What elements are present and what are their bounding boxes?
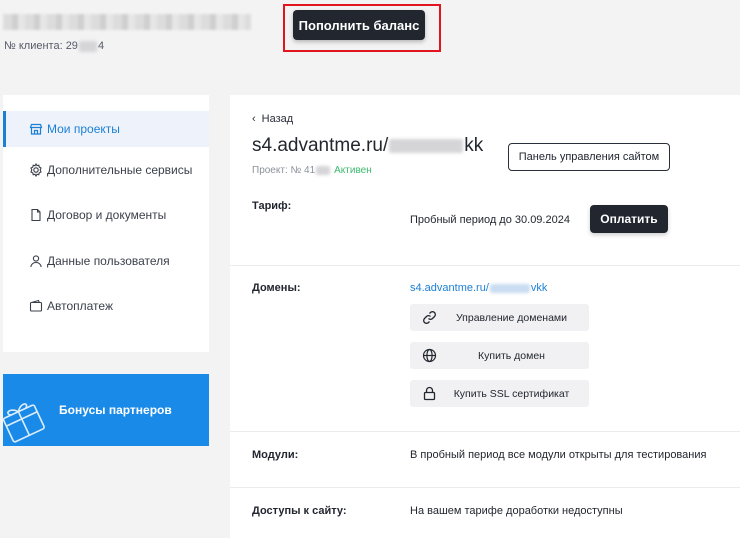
tariff-value: Пробный период до 30.09.2024 bbox=[410, 214, 570, 226]
sidebar: Мои проекты Дополнительные сервисы Догов… bbox=[3, 95, 209, 352]
site-access-value: На вашем тарифе доработки недоступны bbox=[410, 505, 623, 517]
divider bbox=[230, 487, 740, 488]
partner-bonus-label: Бонусы партнеров bbox=[59, 403, 172, 417]
account-name-redacted bbox=[3, 14, 251, 30]
wallet-icon bbox=[29, 299, 43, 313]
sidebar-item-user-data[interactable]: Данные пользователя bbox=[3, 238, 209, 284]
sidebar-item-autopay[interactable]: Автоплатеж bbox=[3, 284, 209, 330]
globe-icon bbox=[422, 348, 437, 363]
project-info: Проект: № 41 Активен bbox=[252, 165, 372, 176]
sidebar-item-services[interactable]: Дополнительные сервисы bbox=[3, 147, 209, 193]
sidebar-item-documents[interactable]: Договор и документы bbox=[3, 193, 209, 239]
sidebar-item-label: Мои проекты bbox=[47, 122, 120, 136]
client-number-label: № клиента: 29 bbox=[4, 40, 78, 52]
site-control-panel-button[interactable]: Панель управления сайтом bbox=[508, 143, 670, 171]
back-link[interactable]: ‹ Назад bbox=[252, 113, 293, 125]
domains-label: Домены: bbox=[252, 282, 301, 294]
divider bbox=[230, 265, 740, 266]
project-details-panel: ‹ Назад s4.advantme.ru/ kk Панель управле… bbox=[230, 95, 740, 538]
sidebar-item-label: Договор и документы bbox=[47, 208, 167, 223]
sidebar-item-label: Автоплатеж bbox=[47, 299, 113, 314]
gift-icon bbox=[3, 392, 51, 446]
user-icon bbox=[29, 254, 43, 268]
sidebar-item-label: Дополнительные сервисы bbox=[47, 162, 193, 177]
divider bbox=[230, 431, 740, 432]
sidebar-item-projects[interactable]: Мои проекты bbox=[3, 111, 209, 147]
modules-value: В пробный период все модули открыты для … bbox=[410, 449, 707, 461]
store-icon bbox=[29, 122, 43, 136]
domain-link-suffix: vkk bbox=[530, 282, 548, 294]
site-access-label: Доступы к сайту: bbox=[252, 505, 347, 517]
tariff-label: Тариф: bbox=[252, 200, 292, 212]
sidebar-item-label: Данные пользователя bbox=[47, 253, 170, 268]
domain-suffix: kk bbox=[464, 135, 484, 156]
client-number: № клиента: 29 4 bbox=[4, 40, 104, 52]
domain-prefix: s4.advantme.ru/ bbox=[252, 135, 389, 156]
chevron-left-icon: ‹ bbox=[252, 113, 256, 125]
link-icon bbox=[422, 310, 437, 325]
back-label: Назад bbox=[261, 113, 294, 125]
redacted-domain bbox=[389, 139, 464, 153]
buy-ssl-button[interactable]: Купить SSL сертификат bbox=[410, 380, 589, 407]
buy-domain-button[interactable]: Купить домен bbox=[410, 342, 589, 369]
redacted-digits bbox=[78, 40, 97, 52]
client-number-suffix: 4 bbox=[97, 40, 105, 52]
topup-balance-button[interactable]: Пополнить баланс bbox=[293, 10, 425, 40]
domain-link-prefix: s4.advantme.ru/ bbox=[410, 282, 489, 294]
lock-icon bbox=[422, 386, 437, 401]
pay-button[interactable]: Оплатить bbox=[590, 205, 668, 233]
domain-link[interactable]: s4.advantme.ru/ vkk bbox=[410, 282, 547, 294]
redacted-domain bbox=[489, 283, 530, 293]
page-title: s4.advantme.ru/ kk bbox=[252, 135, 483, 157]
partner-bonus-banner[interactable]: Бонусы партнеров bbox=[3, 374, 209, 446]
document-icon bbox=[29, 208, 43, 222]
modules-label: Модули: bbox=[252, 449, 299, 461]
gear-icon bbox=[29, 162, 43, 177]
status-badge: Активен bbox=[334, 165, 372, 176]
project-number-label: Проект: № 41 bbox=[252, 165, 316, 176]
manage-domains-button[interactable]: Управление доменами bbox=[410, 304, 589, 331]
redacted-digits bbox=[316, 166, 331, 175]
